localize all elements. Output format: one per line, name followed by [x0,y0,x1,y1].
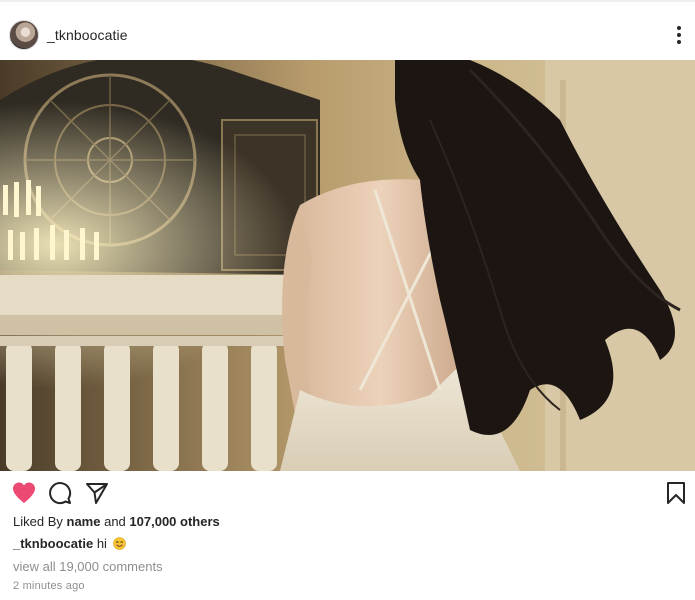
post-photo[interactable] [0,60,695,471]
avatar[interactable] [9,20,39,50]
likes-prefix: Liked By [13,514,63,529]
caption-username[interactable]: _tknboocatie [13,536,93,551]
smiling-face-emoji-icon [112,537,126,550]
post-timestamp: 2 minutes ago [13,580,85,592]
likes-others-count[interactable]: 107,000 others [129,514,219,529]
caption-text: hi [96,536,107,551]
post-header: _tknboocatie [0,2,695,60]
more-vertical-icon[interactable] [672,24,686,46]
send-icon[interactable] [85,481,109,505]
comment-icon[interactable] [48,481,72,505]
likes-connector: and [104,514,126,529]
post-username[interactable]: _tknboocatie [47,27,128,43]
likes-summary: Liked By name and 107,000 others [13,514,220,529]
heart-icon[interactable] [11,481,37,505]
bookmark-icon[interactable] [666,481,686,505]
liked-by-name[interactable]: name [67,514,101,529]
post-photo-illustration [0,60,695,471]
post-actions-bar [0,471,695,513]
post-caption: _tknboocatie hi [13,536,126,551]
view-all-comments-link[interactable]: view all 19,000 comments [13,559,163,574]
